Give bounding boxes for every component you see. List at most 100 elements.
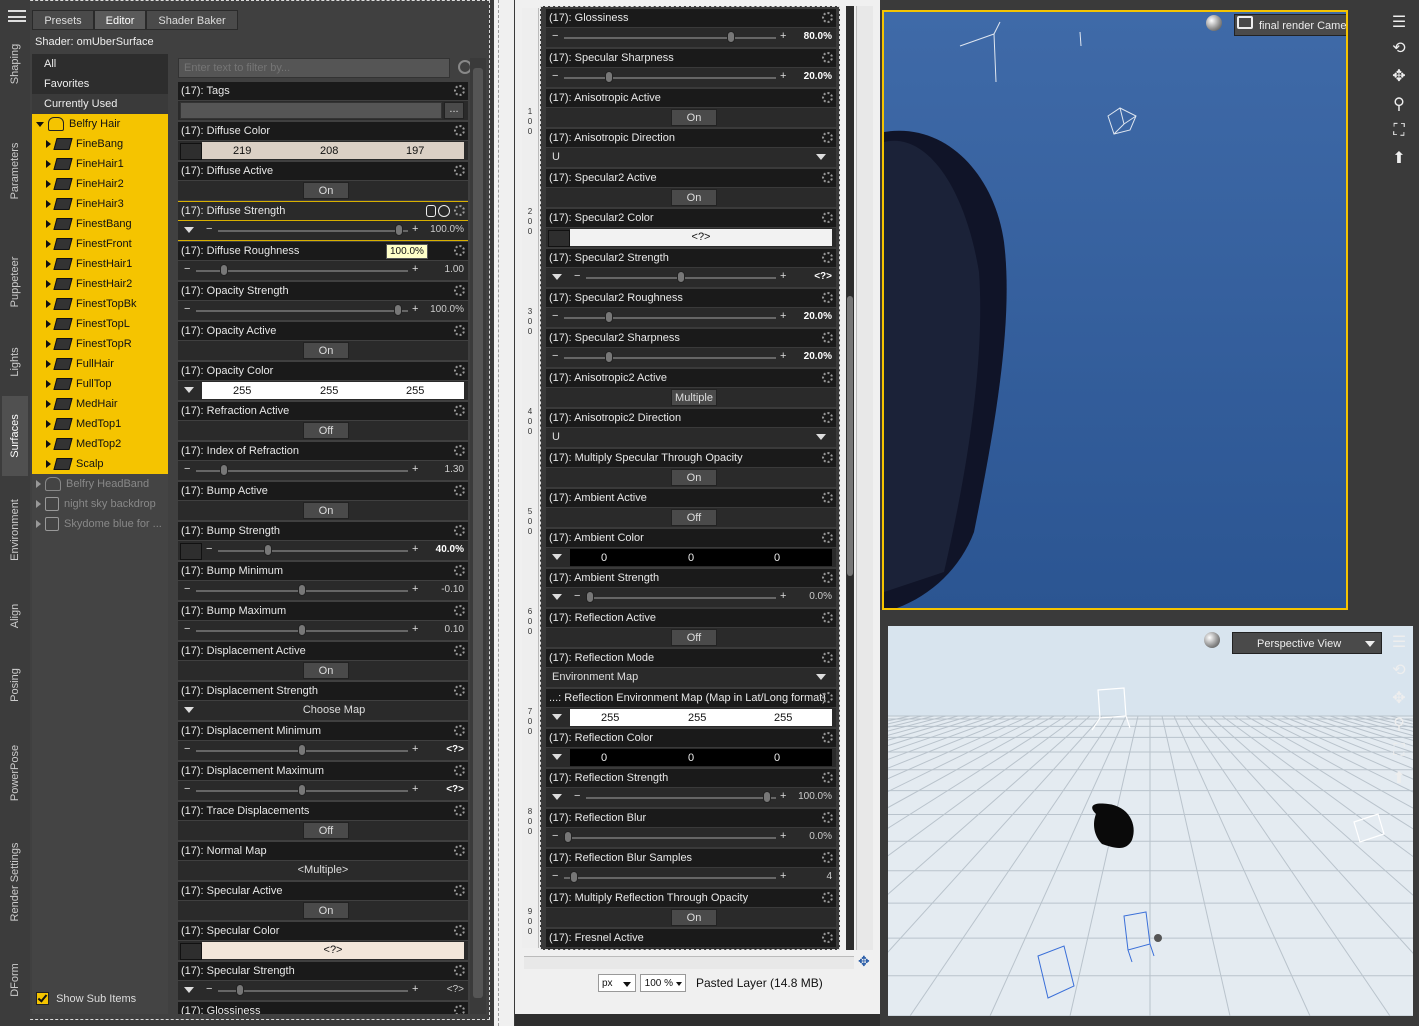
slider-track[interactable] (564, 357, 776, 359)
toggle-button[interactable] (671, 949, 717, 950)
decrement-button[interactable]: − (184, 303, 190, 315)
tree-item-finebang[interactable]: FineBang (32, 134, 168, 154)
slider-value[interactable]: <?> (447, 984, 464, 995)
vtab-render-settings[interactable]: Render Settings (2, 824, 28, 940)
slider-value[interactable]: 100.0% (430, 304, 464, 315)
slider-value[interactable]: 0.0% (809, 591, 832, 602)
toggle-button[interactable]: Off (303, 422, 349, 439)
decrement-button[interactable]: − (206, 223, 212, 235)
gear-icon[interactable] (822, 132, 833, 143)
tab-shader-baker[interactable]: Shader Baker (146, 10, 238, 30)
slider-value[interactable]: 80.0% (804, 31, 832, 42)
gear-icon[interactable] (822, 492, 833, 503)
slider-knob[interactable] (605, 351, 613, 363)
tree-item-finestfront[interactable]: FinestFront (32, 234, 168, 254)
splitter[interactable] (494, 0, 514, 1026)
expand-right-icon[interactable] (46, 340, 51, 349)
zoom-select[interactable]: 100 % (640, 974, 686, 992)
unit-select[interactable]: px (598, 974, 636, 992)
gear-icon[interactable] (822, 772, 833, 783)
expand-right-icon[interactable] (46, 380, 51, 389)
dropdown-arrow-icon[interactable] (184, 987, 194, 993)
filter-input[interactable] (178, 58, 450, 78)
tree-filter-favorites[interactable]: Favorites (32, 74, 168, 94)
slider-knob[interactable] (586, 591, 594, 603)
decrement-button[interactable]: − (574, 590, 580, 602)
toggle-button[interactable]: On (671, 109, 717, 126)
slider-track[interactable] (218, 550, 408, 552)
slider-knob[interactable] (298, 784, 306, 796)
slider-track[interactable] (196, 310, 408, 312)
increment-button[interactable]: + (780, 350, 786, 362)
gear-icon[interactable] (454, 125, 465, 136)
increment-button[interactable]: + (412, 263, 418, 275)
decrement-button[interactable]: − (206, 543, 212, 555)
color-field[interactable]: 0 0 0 (570, 549, 832, 566)
gear-icon[interactable] (822, 572, 833, 583)
perspective-viewport[interactable]: Perspective View (888, 626, 1413, 1016)
gear-icon[interactable] (822, 852, 833, 863)
option-select[interactable]: Environment Map (548, 669, 832, 686)
toggle-button[interactable]: On (303, 502, 349, 519)
toggle-button[interactable]: On (303, 662, 349, 679)
tree-item-belfry-hair[interactable]: Belfry Hair (32, 114, 168, 134)
toggle-button[interactable]: On (303, 902, 349, 919)
slider-value[interactable]: 20.0% (804, 71, 832, 82)
viewport-menu-icon[interactable]: ☰ (1390, 14, 1408, 32)
gear-icon[interactable] (454, 605, 465, 616)
expand-right-icon[interactable] (46, 300, 51, 309)
slider-track[interactable] (564, 37, 776, 39)
tree-item-finehair1[interactable]: FineHair1 (32, 154, 168, 174)
slider-value[interactable]: 4 (826, 871, 832, 882)
decrement-button[interactable]: − (552, 70, 558, 82)
gear-icon[interactable] (454, 1005, 465, 1014)
increment-button[interactable]: + (412, 743, 418, 755)
expand-right-icon[interactable] (46, 220, 51, 229)
color-field[interactable]: <?> (570, 229, 832, 246)
increment-button[interactable]: + (780, 830, 786, 842)
vtab-surfaces[interactable]: Surfaces (2, 396, 28, 476)
dropdown-arrow-icon[interactable] (184, 387, 194, 393)
slider-knob[interactable] (298, 624, 306, 636)
tree-item-belfry-headband[interactable]: Belfry HeadBand (32, 474, 168, 494)
toggle-button[interactable]: Off (671, 629, 717, 646)
expand-right-icon[interactable] (36, 480, 41, 489)
viewport-menu-icon[interactable]: ☰ (1390, 634, 1408, 652)
favorite-icon[interactable] (438, 205, 450, 217)
increment-button[interactable]: + (412, 543, 418, 555)
expand-right-icon[interactable] (46, 260, 51, 269)
decrement-button[interactable]: − (552, 350, 558, 362)
expand-right-icon[interactable] (36, 500, 41, 509)
frame-icon[interactable]: ⛶ (1390, 742, 1408, 760)
decrement-button[interactable]: − (552, 310, 558, 322)
tree-item-medtop1[interactable]: MedTop1 (32, 414, 168, 434)
slider-knob[interactable] (605, 311, 613, 323)
toggle-button[interactable]: Off (671, 509, 717, 526)
toggle-button[interactable]: Off (303, 822, 349, 839)
slider-knob[interactable] (763, 791, 771, 803)
decrement-button[interactable]: − (552, 830, 558, 842)
expand-right-icon[interactable] (46, 140, 51, 149)
decrement-button[interactable]: − (574, 790, 580, 802)
slider-value[interactable]: 100.0% (430, 224, 464, 235)
gear-icon[interactable] (454, 85, 465, 96)
tree-item-medhair[interactable]: MedHair (32, 394, 168, 414)
gear-icon[interactable] (822, 652, 833, 663)
slider-knob[interactable] (298, 584, 306, 596)
slider-knob[interactable] (564, 831, 572, 843)
tree-item-finesttopl[interactable]: FinestTopL (32, 314, 168, 334)
tree-item-fulltop[interactable]: FullTop (32, 374, 168, 394)
gear-icon[interactable] (822, 52, 833, 63)
zoom-icon[interactable]: ⚲ (1390, 96, 1408, 114)
slider-value[interactable]: <?> (814, 271, 832, 282)
gear-icon[interactable] (822, 92, 833, 103)
slider-knob[interactable] (605, 71, 613, 83)
increment-button[interactable]: + (780, 870, 786, 882)
show-sub-items[interactable]: Show Sub Items (36, 992, 166, 1008)
dropdown-arrow-icon[interactable] (184, 227, 194, 233)
map-swatch[interactable] (180, 143, 202, 160)
expand-right-icon[interactable] (46, 400, 51, 409)
gear-icon[interactable] (822, 612, 833, 623)
vtab-shaping[interactable]: Shaping (2, 22, 28, 106)
gear-icon[interactable] (454, 445, 465, 456)
